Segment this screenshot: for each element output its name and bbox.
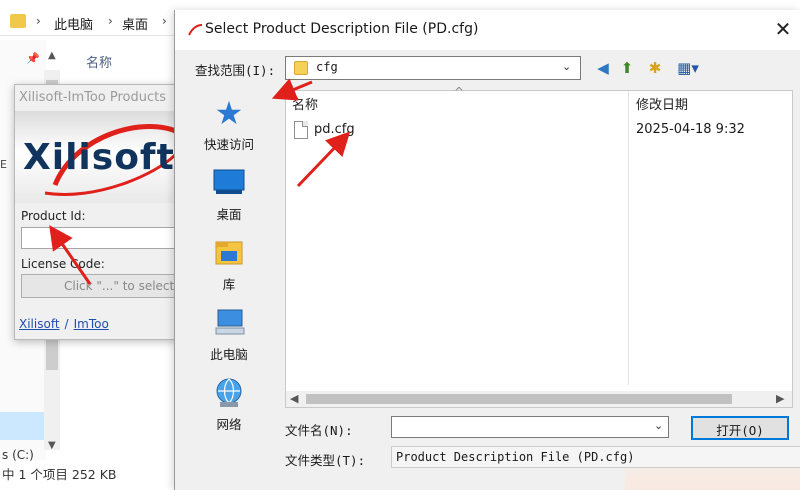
this-pc-icon — [212, 306, 246, 340]
file-name-label: 文件名(N): — [285, 423, 353, 438]
license-code-label: License Code: — [21, 257, 105, 271]
product-id-input[interactable] — [21, 227, 177, 249]
place-label: 网络 — [216, 417, 242, 432]
brand-banner: Xilisoft — [15, 111, 179, 203]
breadcrumb-desktop[interactable]: 桌面 — [122, 14, 148, 33]
place-label: 此电脑 — [210, 347, 248, 362]
file-name[interactable]: pd.cfg — [314, 122, 355, 137]
file-modified-date: 2025-04-18 9:32 — [636, 122, 745, 137]
chevron-down-icon[interactable]: ⌄ — [654, 419, 663, 432]
dialog-title: Xilisoft-ImToo Products — [19, 90, 167, 105]
chevron-right-icon[interactable]: › — [108, 14, 113, 28]
scroll-down-icon[interactable]: ▼ — [48, 440, 56, 451]
xilisoft-link[interactable]: Xilisoft — [19, 317, 60, 331]
scroll-up-icon[interactable]: ▲ — [48, 50, 56, 61]
desktop-icon — [212, 166, 246, 200]
nav-item-partial[interactable]: E — [0, 158, 7, 171]
places-bar: ★ 快速访问 桌面 库 此电脑 网络 — [181, 90, 277, 432]
scroll-left-icon[interactable]: ◀ — [290, 392, 298, 405]
column-header-name[interactable]: 名称 — [86, 52, 112, 71]
chevron-right-icon[interactable]: › — [162, 14, 167, 28]
column-header-name[interactable]: 名称 — [292, 94, 318, 113]
quick-access-icon: ★ — [214, 94, 244, 132]
chevron-down-icon[interactable]: ⌄ — [562, 60, 571, 73]
license-code-field[interactable]: Click "..." to select a — [21, 274, 177, 298]
file-type-label: 文件类型(T): — [285, 453, 366, 468]
status-bar: 中 1 个项目 252 KB — [2, 467, 117, 482]
dialog-title: Select Product Description File (PD.cfg) — [205, 21, 479, 37]
folder-icon — [294, 61, 308, 75]
file-list[interactable]: 名称 ^ 修改日期 pd.cfg 2025-04-18 9:32 ◀ ▶ — [285, 85, 793, 408]
look-in-label: 查找范围(I): — [195, 63, 276, 78]
product-id-label: Product Id: — [21, 209, 86, 223]
open-file-dialog: Select Product Description File (PD.cfg)… — [174, 10, 800, 490]
place-library[interactable]: 库 — [181, 230, 277, 300]
horizontal-scrollbar[interactable]: ◀ ▶ — [286, 391, 792, 407]
up-folder-icon[interactable]: ⬆ — [617, 58, 637, 78]
nav-selected-item[interactable] — [0, 412, 44, 440]
place-label: 快速访问 — [203, 137, 254, 152]
view-menu-icon[interactable]: ▦▾ — [673, 58, 703, 78]
chevron-right-icon[interactable]: › — [36, 14, 41, 28]
place-quick-access[interactable]: ★ 快速访问 — [181, 90, 277, 160]
open-button[interactable]: 打开(O) — [691, 416, 789, 440]
xilisoft-logo: Xilisoft — [23, 137, 175, 178]
column-header-modified[interactable]: 修改日期 — [636, 94, 688, 113]
scroll-right-icon[interactable]: ▶ — [776, 392, 784, 405]
scroll-thumb[interactable] — [306, 394, 732, 404]
back-icon[interactable]: ◀ — [593, 58, 613, 78]
address-bar[interactable]: › 此电脑 › 桌面 › — [0, 6, 175, 36]
file-row[interactable]: pd.cfg — [290, 119, 620, 143]
place-desktop[interactable]: 桌面 — [181, 160, 277, 230]
sort-ascending-icon: ^ — [454, 85, 465, 99]
pin-icon[interactable]: 📌 — [26, 52, 40, 65]
new-folder-icon[interactable]: ✱ — [645, 58, 665, 78]
place-this-pc[interactable]: 此电脑 — [181, 300, 277, 370]
app-swoosh-icon — [188, 24, 203, 36]
column-divider[interactable] — [628, 91, 629, 385]
file-type-dropdown[interactable]: Product Description File (PD.cfg) — [391, 446, 800, 468]
place-network[interactable]: 网络 — [181, 370, 277, 440]
place-label: 库 — [222, 277, 236, 292]
vendor-links: Xilisoft / ImToo — [19, 317, 109, 331]
title-bar[interactable]: Select Product Description File (PD.cfg)… — [175, 10, 800, 50]
place-label: 桌面 — [216, 207, 242, 222]
folder-icon — [10, 14, 26, 28]
close-icon[interactable]: ✕ — [771, 17, 795, 41]
file-name-input[interactable]: ⌄ — [391, 416, 669, 438]
link-separator: / — [64, 317, 69, 331]
library-icon — [212, 236, 246, 270]
registration-dialog: Xilisoft-ImToo Products Xilisoft Product… — [14, 84, 180, 340]
breadcrumb-this-pc[interactable]: 此电脑 — [54, 14, 93, 33]
look-in-value: cfg — [316, 60, 338, 74]
document-icon — [294, 121, 308, 139]
imtoo-link[interactable]: ImToo — [74, 317, 109, 331]
drive-label[interactable]: s (C:) — [2, 448, 34, 462]
look-in-dropdown[interactable]: cfg ⌄ — [285, 56, 581, 80]
network-icon — [212, 376, 246, 410]
